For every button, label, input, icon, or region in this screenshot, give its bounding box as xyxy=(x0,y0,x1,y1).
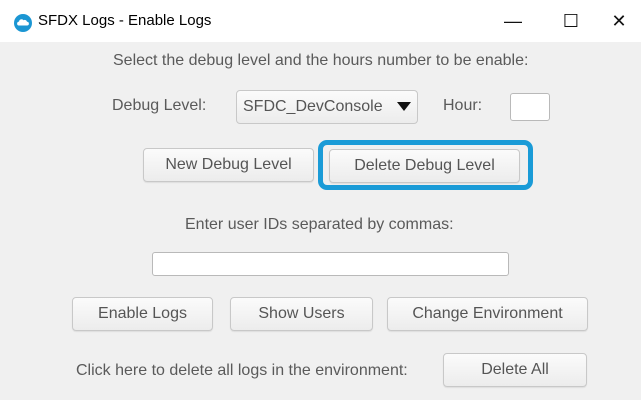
window-title: SFDX Logs - Enable Logs xyxy=(38,12,212,29)
user-ids-prompt-label: Enter user IDs separated by commas: xyxy=(185,216,454,233)
caret-down-icon xyxy=(397,102,411,111)
new-debug-level-button[interactable]: New Debug Level xyxy=(143,148,314,182)
maximize-icon: ☐ xyxy=(562,10,580,31)
debug-level-label: Debug Level: xyxy=(112,97,207,114)
close-button[interactable]: ✕ xyxy=(596,6,641,36)
salesforce-cloud-icon xyxy=(14,14,32,32)
select-prompt-label: Select the debug level and the hours num… xyxy=(113,52,529,69)
show-users-button[interactable]: Show Users xyxy=(230,297,373,331)
maximize-button[interactable]: ☐ xyxy=(548,6,594,36)
change-environment-button[interactable]: Change Environment xyxy=(387,297,588,331)
close-icon: ✕ xyxy=(611,10,627,31)
title-bar: SFDX Logs - Enable Logs — ☐ ✕ xyxy=(0,0,641,42)
hour-label: Hour: xyxy=(443,97,483,114)
debug-level-selected: SFDC_DevConsole xyxy=(243,98,383,115)
user-ids-input[interactable] xyxy=(152,252,509,276)
delete-all-prompt-label: Click here to delete all logs in the env… xyxy=(76,362,408,379)
minimize-button[interactable]: — xyxy=(490,6,536,36)
highlight-frame xyxy=(318,140,533,190)
delete-all-button[interactable]: Delete All xyxy=(443,353,587,387)
enable-logs-button[interactable]: Enable Logs xyxy=(72,297,213,331)
minimize-icon: — xyxy=(504,10,522,31)
hour-input[interactable] xyxy=(510,93,550,121)
debug-level-select[interactable]: SFDC_DevConsole xyxy=(236,90,418,124)
